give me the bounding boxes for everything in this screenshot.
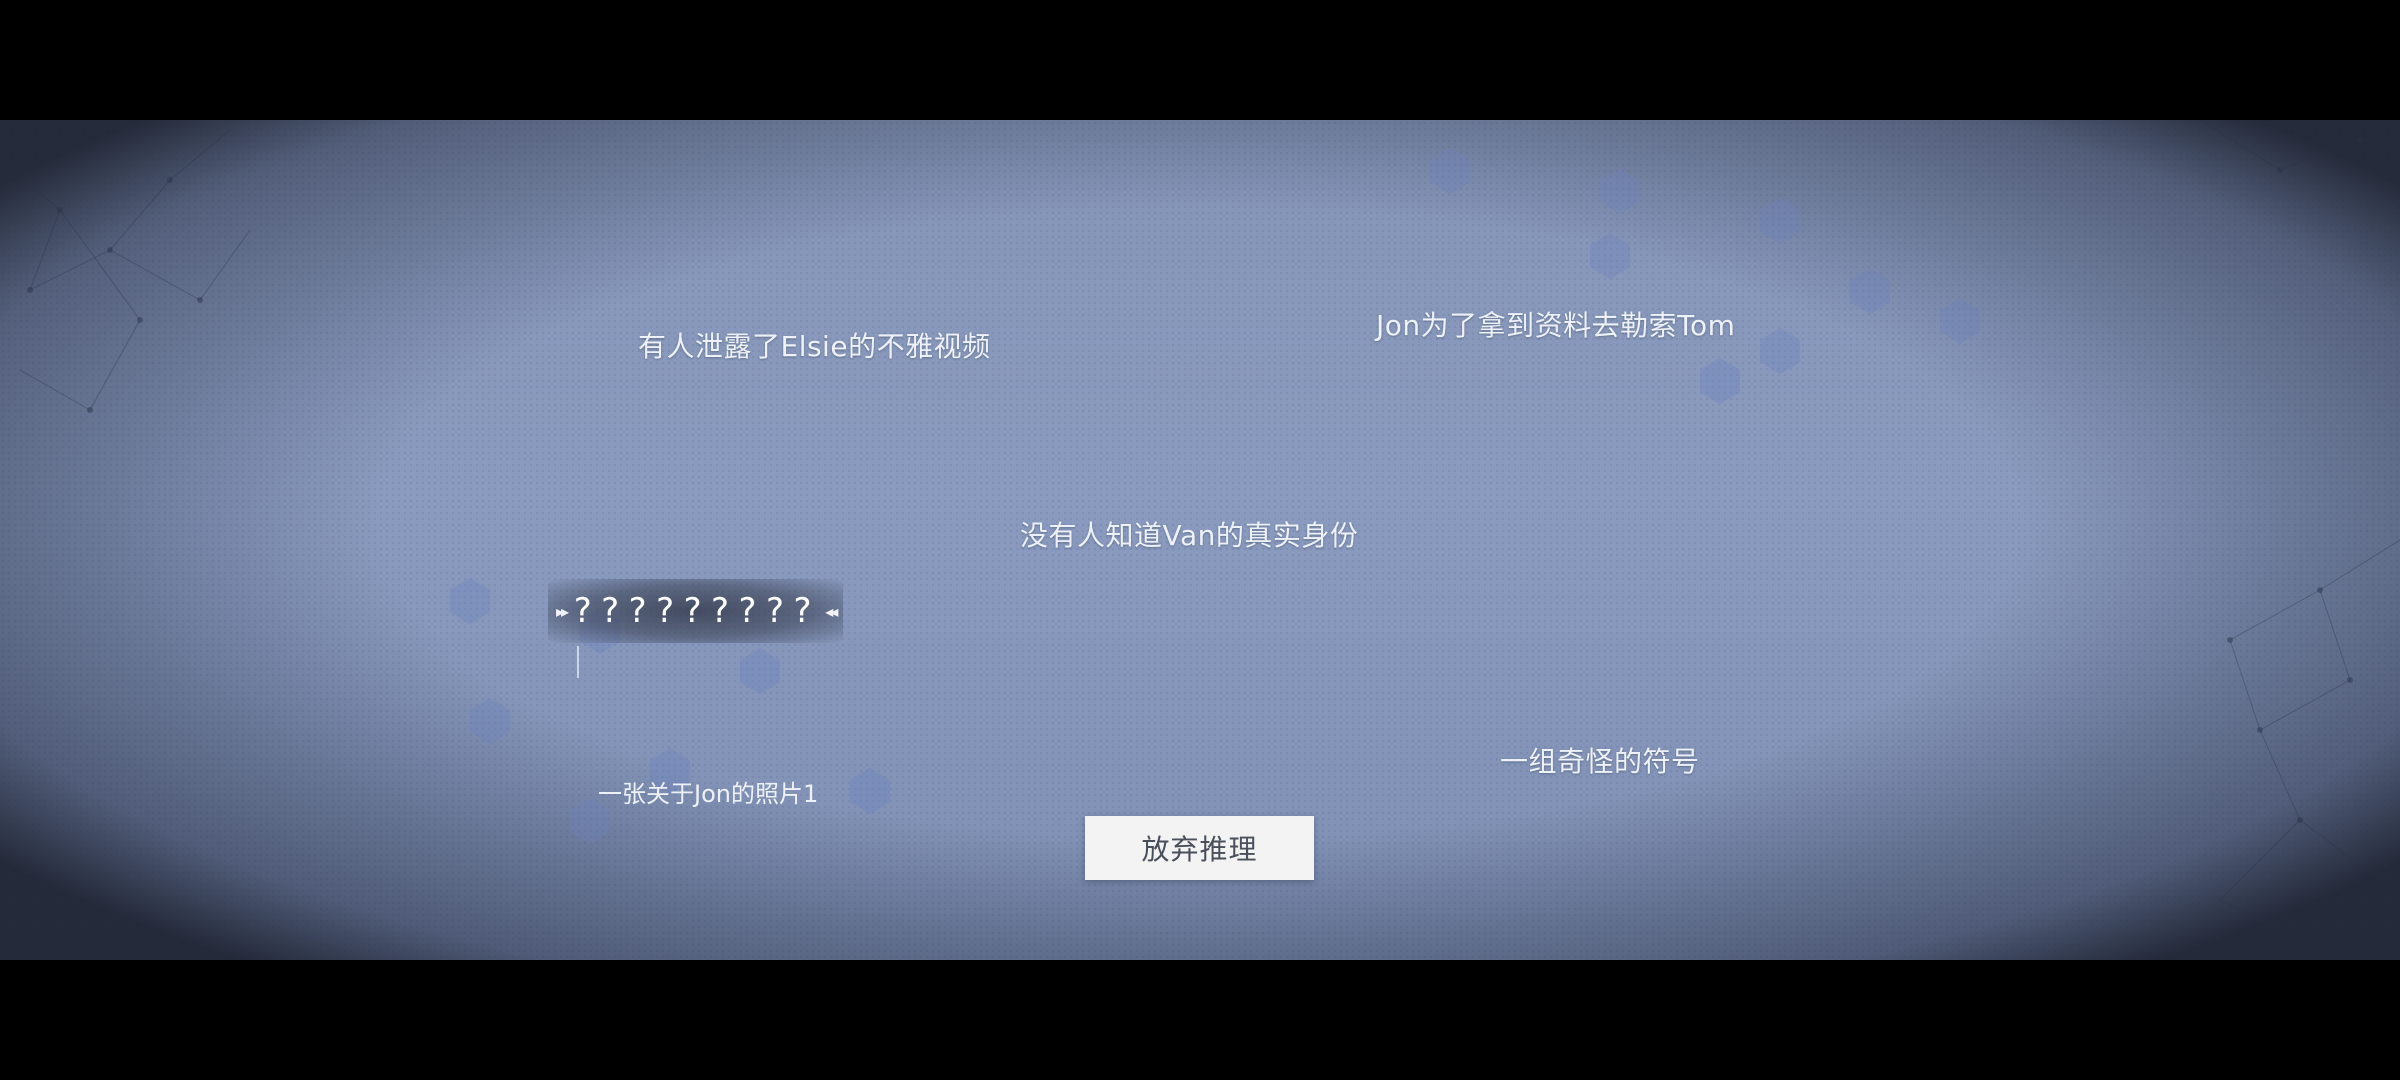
letterbox-bottom: [0, 960, 2400, 1080]
letterbox-top: [0, 0, 2400, 120]
clue-strange-symbols[interactable]: 一组奇怪的符号: [1500, 740, 1700, 780]
give-up-reasoning-button[interactable]: 放弃推理: [1085, 816, 1314, 880]
clue-caption: 一张关于Jon的照片1: [598, 780, 819, 808]
clue-connector-line: [577, 646, 579, 678]
clue-van-identity[interactable]: 没有人知道Van的真实身份: [1020, 514, 1358, 554]
arrow-right-icon: ▸▸: [556, 601, 569, 621]
selected-clue[interactable]: ▸▸ ????????? ◂◂: [548, 579, 844, 643]
clue-elsie-video[interactable]: 有人泄露了Elsie的不雅视频: [638, 325, 991, 365]
arrow-left-icon: ◂◂: [825, 601, 838, 621]
hidden-clue-text: ?????????: [572, 591, 820, 631]
game-screen: 有人泄露了Elsie的不雅视频 Jon为了拿到资料去勒索Tom 没有人知道Van…: [0, 0, 2400, 1080]
clue-jon-blackmail[interactable]: Jon为了拿到资料去勒索Tom: [1376, 304, 1735, 344]
